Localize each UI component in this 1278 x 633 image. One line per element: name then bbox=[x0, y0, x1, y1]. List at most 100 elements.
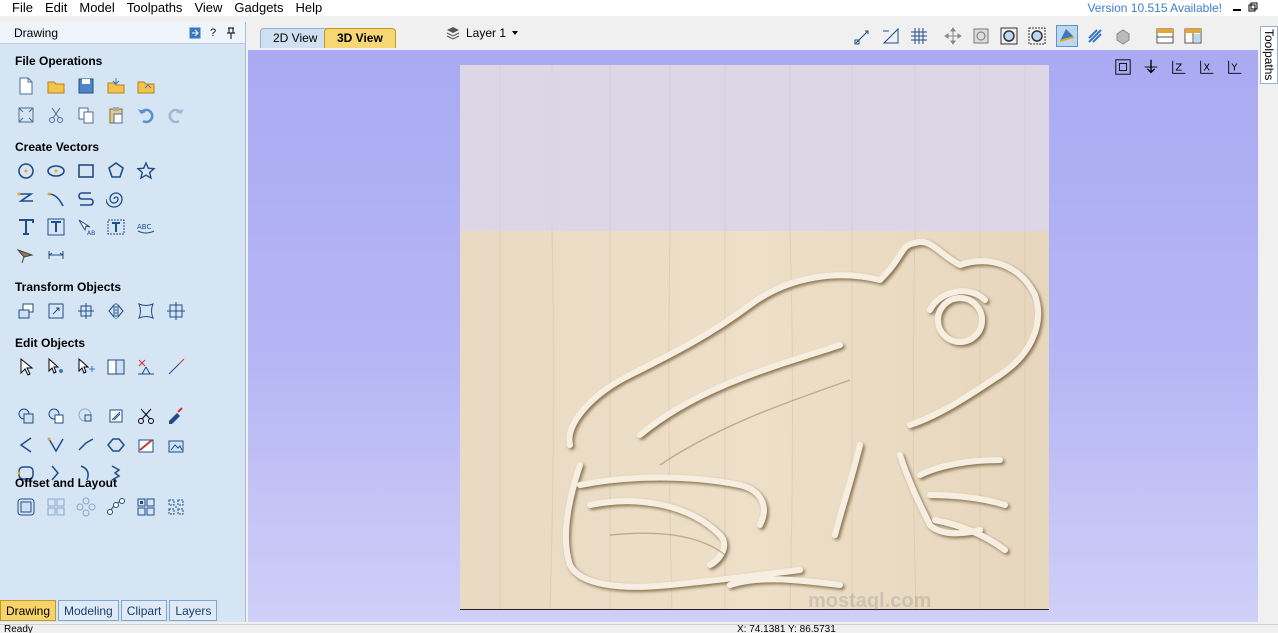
layer-selector[interactable]: Layer 1 bbox=[446, 26, 519, 40]
dimension-tool-icon[interactable] bbox=[45, 244, 67, 266]
menu-view[interactable]: View bbox=[188, 0, 228, 16]
section-create-vectors: Create Vectors bbox=[15, 140, 100, 154]
tab-modeling[interactable]: Modeling bbox=[58, 600, 119, 621]
minimize-icon[interactable] bbox=[1230, 0, 1244, 14]
import-bitmap-icon[interactable] bbox=[135, 75, 157, 97]
undo-icon[interactable] bbox=[135, 104, 157, 126]
ellipse-tool-icon[interactable] bbox=[45, 160, 67, 182]
v-shape-icon[interactable] bbox=[45, 434, 67, 456]
pan-icon[interactable] bbox=[942, 25, 964, 47]
split-horizontal-icon[interactable] bbox=[1154, 25, 1176, 47]
menu-toolpaths[interactable]: Toolpaths bbox=[121, 0, 189, 16]
text-on-curve-icon[interactable]: AB bbox=[75, 216, 97, 238]
offset-icon[interactable] bbox=[15, 496, 37, 518]
join-vectors-icon[interactable] bbox=[105, 434, 127, 456]
menu-model[interactable]: Model bbox=[73, 0, 120, 16]
version-available-link[interactable]: Version 10.515 Available! bbox=[1087, 0, 1222, 16]
menu-edit[interactable]: Edit bbox=[39, 0, 73, 16]
arc-tool-icon[interactable] bbox=[45, 188, 67, 210]
zoom-box-icon[interactable] bbox=[970, 25, 992, 47]
nesting-icon[interactable] bbox=[135, 496, 157, 518]
view-x-icon[interactable]: X bbox=[1196, 56, 1218, 78]
new-file-icon[interactable] bbox=[15, 75, 37, 97]
node-edit-icon[interactable] bbox=[45, 356, 67, 378]
fillet-icon[interactable] bbox=[165, 356, 187, 378]
zoom-to-fit-icon[interactable] bbox=[998, 25, 1020, 47]
open-file-icon[interactable] bbox=[45, 75, 67, 97]
iso-view-icon[interactable] bbox=[1112, 56, 1134, 78]
distort-icon[interactable] bbox=[135, 300, 157, 322]
split-vertical-icon[interactable] bbox=[1182, 25, 1204, 47]
top-view-icon[interactable] bbox=[1140, 56, 1162, 78]
intersect-icon[interactable] bbox=[75, 405, 97, 427]
menu-help[interactable]: Help bbox=[290, 0, 329, 16]
weld-icon[interactable] bbox=[15, 405, 37, 427]
mirror-icon[interactable] bbox=[105, 300, 127, 322]
tab-drawing[interactable]: Drawing bbox=[0, 600, 57, 621]
set-origin-icon[interactable] bbox=[165, 300, 187, 322]
draw-tool-icon[interactable] bbox=[15, 244, 37, 266]
text-arc-icon[interactable]: ABC bbox=[135, 216, 157, 238]
help-icon[interactable]: ? bbox=[207, 27, 219, 39]
wood-board-render bbox=[460, 65, 1049, 609]
copy-along-vector-icon[interactable] bbox=[105, 496, 127, 518]
auto-layout-icon[interactable] bbox=[165, 496, 187, 518]
render-icon[interactable] bbox=[1112, 25, 1134, 47]
save-icon[interactable] bbox=[75, 75, 97, 97]
restore-icon[interactable] bbox=[1246, 0, 1260, 14]
toolpath-preview-icon[interactable] bbox=[1084, 25, 1106, 47]
snap-icon[interactable] bbox=[852, 25, 874, 47]
svg-text:X: X bbox=[1203, 63, 1210, 74]
tab-3d-view[interactable]: 3D View bbox=[324, 28, 396, 48]
3d-viewport[interactable]: Z X Y mostaql.com bbox=[248, 50, 1258, 622]
tab-toolpaths[interactable]: Toolpaths bbox=[1260, 26, 1278, 84]
align-icon[interactable] bbox=[75, 300, 97, 322]
show-model-icon[interactable] bbox=[1056, 25, 1078, 47]
tab-layers[interactable]: Layers bbox=[169, 600, 218, 621]
curve-tool-icon[interactable] bbox=[75, 188, 97, 210]
view-y-icon[interactable]: Y bbox=[1224, 56, 1246, 78]
trim-icon[interactable] bbox=[105, 356, 127, 378]
menu-gadgets[interactable]: Gadgets bbox=[228, 0, 289, 16]
dock-toggle-icon[interactable] bbox=[189, 27, 201, 39]
curve-fit-icon[interactable] bbox=[15, 434, 37, 456]
vector-texture-icon[interactable] bbox=[135, 434, 157, 456]
menu-file[interactable]: File bbox=[0, 0, 39, 16]
chevron-down-icon bbox=[512, 31, 519, 35]
tab-2d-view[interactable]: 2D View bbox=[260, 28, 331, 48]
create-fillet-icon[interactable] bbox=[105, 405, 127, 427]
extend-icon[interactable] bbox=[135, 356, 157, 378]
polyline-tool-icon[interactable] bbox=[15, 188, 37, 210]
paste-icon[interactable] bbox=[105, 104, 127, 126]
spiral-tool-icon[interactable] bbox=[105, 188, 127, 210]
scale-icon[interactable] bbox=[45, 300, 67, 322]
trace-bitmap-icon[interactable] bbox=[165, 434, 187, 456]
text-tool-icon[interactable] bbox=[15, 216, 37, 238]
view-z-icon[interactable]: Z bbox=[1168, 56, 1190, 78]
copy-icon[interactable] bbox=[75, 104, 97, 126]
rectangle-tool-icon[interactable] bbox=[75, 160, 97, 182]
pin-icon[interactable] bbox=[225, 27, 237, 39]
star-tool-icon[interactable] bbox=[135, 160, 157, 182]
close-vectors-icon[interactable] bbox=[75, 434, 97, 456]
array-copy-icon[interactable] bbox=[45, 496, 67, 518]
redo-icon[interactable] bbox=[165, 104, 187, 126]
ruler-icon[interactable] bbox=[880, 25, 902, 47]
job-setup-icon[interactable] bbox=[15, 104, 37, 126]
select-icon[interactable] bbox=[15, 356, 37, 378]
subtract-icon[interactable] bbox=[45, 405, 67, 427]
cut-icon[interactable] bbox=[45, 104, 67, 126]
move-icon[interactable] bbox=[15, 300, 37, 322]
text-block-icon[interactable] bbox=[105, 216, 127, 238]
scissors-icon[interactable] bbox=[135, 405, 157, 427]
polygon-tool-icon[interactable] bbox=[105, 160, 127, 182]
grid-icon[interactable] bbox=[908, 25, 930, 47]
circle-tool-icon[interactable] bbox=[15, 160, 37, 182]
smart-smooth-icon[interactable] bbox=[165, 405, 187, 427]
circular-array-icon[interactable] bbox=[75, 496, 97, 518]
tab-clipart[interactable]: Clipart bbox=[120, 600, 168, 621]
zoom-all-icon[interactable] bbox=[1026, 25, 1048, 47]
auto-layout-text-icon[interactable] bbox=[45, 216, 67, 238]
import-icon[interactable] bbox=[105, 75, 127, 97]
interactive-select-icon[interactable] bbox=[75, 356, 97, 378]
